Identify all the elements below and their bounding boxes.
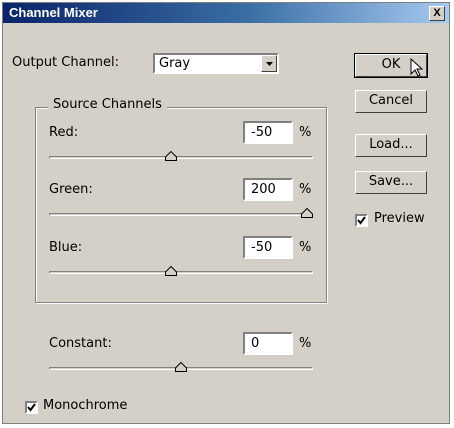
green-slider-track[interactable]	[49, 213, 313, 216]
red-slider-track[interactable]	[49, 156, 313, 159]
constant-input[interactable]: 0	[243, 332, 293, 355]
blue-slider-track[interactable]	[49, 271, 313, 274]
load-button[interactable]: Load...	[355, 134, 427, 157]
slider-thumb-icon[interactable]	[164, 151, 177, 161]
blue-input[interactable]: -50	[243, 236, 293, 259]
preview-label: Preview	[374, 211, 425, 226]
dropdown-button[interactable]	[261, 55, 277, 72]
chevron-down-icon	[266, 62, 273, 66]
source-channels-legend: Source Channels	[48, 97, 167, 112]
slider-thumb-icon[interactable]	[175, 362, 187, 372]
constant-label: Constant:	[49, 336, 112, 351]
monochrome-checkbox[interactable]	[25, 401, 38, 414]
close-button[interactable]: X	[429, 6, 445, 21]
output-channel-value: Gray	[159, 56, 191, 71]
preview-checkbox[interactable]	[355, 214, 368, 227]
blue-label: Blue:	[49, 240, 83, 255]
slider-thumb-icon[interactable]	[301, 208, 313, 218]
green-input[interactable]: 200	[243, 178, 293, 201]
output-channel-select[interactable]: Gray	[153, 53, 279, 74]
checkmark-icon	[357, 216, 366, 225]
green-label: Green:	[49, 182, 93, 197]
output-channel-label: Output Channel:	[12, 55, 120, 70]
save-button[interactable]: Save...	[355, 171, 427, 194]
title-bar: Channel Mixer X	[3, 3, 449, 23]
slider-thumb-icon[interactable]	[164, 266, 177, 276]
red-input[interactable]: -50	[243, 121, 293, 144]
green-unit: %	[299, 182, 312, 197]
blue-unit: %	[299, 240, 312, 255]
red-unit: %	[299, 125, 312, 140]
dialog-title: Channel Mixer	[9, 5, 98, 20]
mouse-cursor-icon	[410, 58, 424, 77]
checkmark-icon	[27, 403, 36, 412]
channel-mixer-dialog: Channel Mixer X Output Channel: Gray Sou…	[2, 2, 450, 424]
red-label: Red:	[49, 125, 79, 140]
cancel-button[interactable]: Cancel	[355, 90, 427, 113]
constant-unit: %	[299, 336, 312, 351]
monochrome-label: Monochrome	[43, 398, 128, 413]
